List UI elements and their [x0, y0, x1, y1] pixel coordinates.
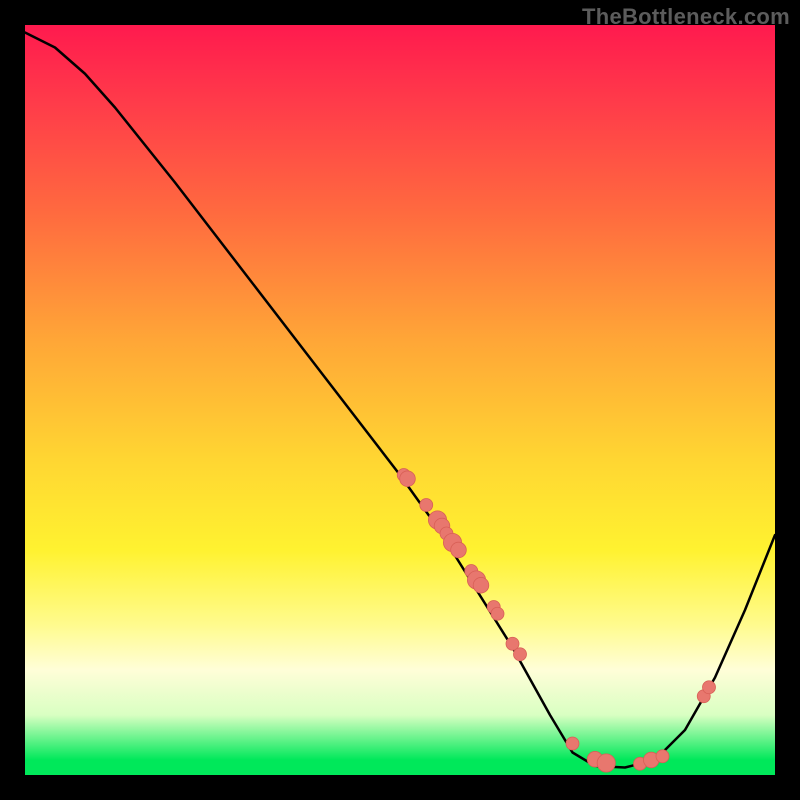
data-point: [400, 471, 416, 487]
data-point: [514, 648, 527, 661]
data-point: [473, 577, 489, 593]
data-point: [491, 607, 504, 620]
data-point: [451, 542, 467, 558]
data-point: [420, 499, 433, 512]
watermark-text: TheBottleneck.com: [582, 4, 790, 30]
data-point: [566, 737, 579, 750]
data-point: [597, 754, 615, 772]
data-point: [656, 750, 669, 763]
chart-container: TheBottleneck.com: [0, 0, 800, 800]
plot-area: [25, 25, 775, 775]
data-point: [703, 681, 716, 694]
bottleneck-curve: [25, 33, 775, 768]
chart-svg: [25, 25, 775, 775]
